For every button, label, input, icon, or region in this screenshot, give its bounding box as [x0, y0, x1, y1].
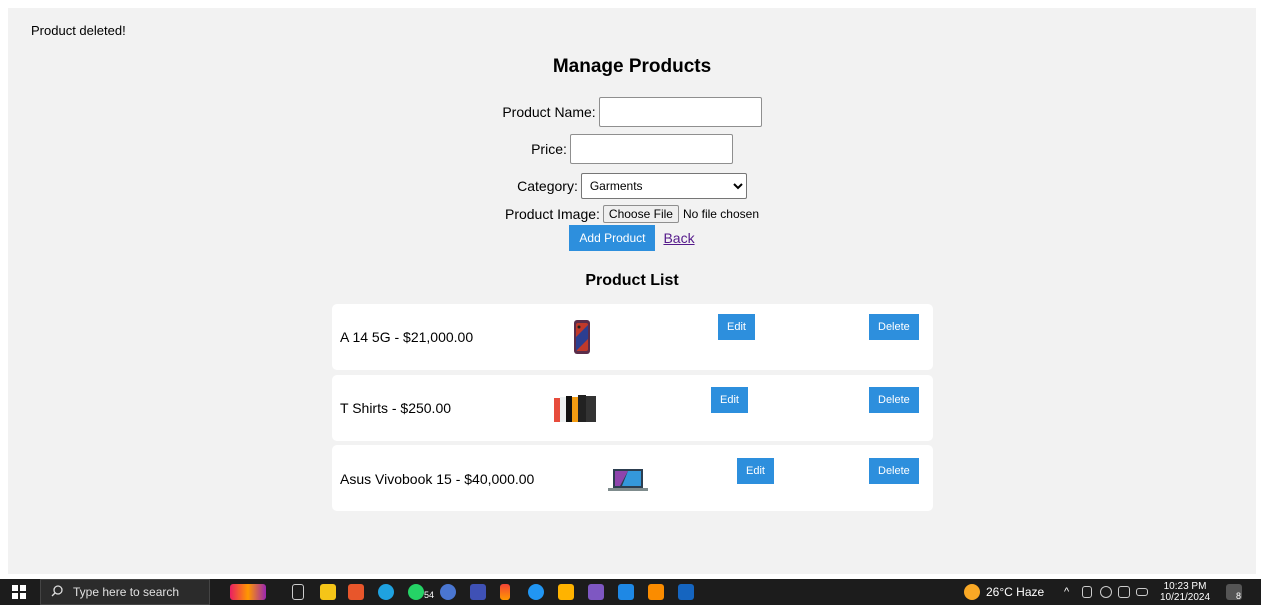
delete-button[interactable]: Delete: [869, 458, 919, 484]
notification-count: 8: [1236, 591, 1242, 601]
price-label: Price:: [531, 141, 567, 157]
chevron-up-icon[interactable]: ^: [1064, 579, 1069, 605]
clock[interactable]: 10:23 PM 10/21/2024: [1160, 579, 1210, 605]
delete-button[interactable]: Delete: [869, 314, 919, 340]
search-placeholder: Type here to search: [73, 585, 180, 599]
edit-button[interactable]: Edit: [737, 458, 774, 484]
product-name-label: Product Name:: [502, 104, 596, 120]
product-card: Asus Vivobook 15 - $40,000.00 Edit Delet…: [332, 445, 933, 511]
visual-studio-icon[interactable]: [588, 584, 604, 600]
add-product-button[interactable]: Add Product: [569, 225, 656, 251]
product-name-input[interactable]: [598, 97, 762, 127]
delete-button[interactable]: Delete: [869, 387, 919, 413]
category-label: Category:: [517, 178, 578, 194]
word-icon[interactable]: [678, 584, 694, 600]
flash-message: Product deleted!: [31, 23, 126, 38]
edit-button[interactable]: Edit: [711, 387, 748, 413]
tshirts-image-icon: [554, 394, 596, 427]
category-select[interactable]: Garments: [580, 173, 747, 199]
taskbar-search-box[interactable]: Type here to search: [40, 579, 210, 605]
file-explorer-icon[interactable]: [320, 584, 336, 600]
weather-text[interactable]: 26°C Haze: [986, 579, 1044, 605]
battery-icon[interactable]: [1136, 588, 1148, 596]
volume-icon[interactable]: [1118, 586, 1130, 598]
media-player-icon[interactable]: [528, 584, 544, 600]
laptop-image-icon: [608, 468, 648, 497]
choose-file-button[interactable]: Choose File: [602, 205, 679, 223]
windows-start-icon[interactable]: [12, 579, 26, 605]
task-view-icon[interactable]: [292, 584, 304, 600]
trophy-app-icon[interactable]: [558, 584, 574, 600]
product-label: A 14 5G - $21,000.00: [340, 329, 474, 345]
whatsapp-icon[interactable]: [408, 584, 424, 600]
wifi-icon[interactable]: [1100, 586, 1112, 598]
vscode-icon[interactable]: [618, 584, 634, 600]
whatsapp-badge: 54: [424, 590, 435, 600]
price-input[interactable]: [569, 134, 733, 164]
price-row: Price:: [8, 134, 1256, 164]
product-card: A 14 5G - $21,000.00 Edit Delete: [332, 304, 933, 370]
actions-row: Add Product Back: [8, 224, 1256, 252]
network-tray-icon[interactable]: [1082, 586, 1092, 598]
edit-button[interactable]: Edit: [718, 314, 755, 340]
search-icon: [51, 584, 63, 600]
page: Product deleted! Manage Products Product…: [8, 8, 1256, 574]
clock-date: 10/21/2024: [1160, 592, 1211, 603]
product-label: Asus Vivobook 15 - $40,000.00: [340, 471, 535, 487]
clock-time: 10:23 PM: [1163, 581, 1207, 592]
shield-app-icon[interactable]: [470, 584, 486, 600]
back-link[interactable]: Back: [663, 230, 694, 246]
product-image-row: Product Image: Choose File No file chose…: [8, 204, 1256, 224]
product-label: T Shirts - $250.00: [340, 400, 452, 416]
widget-art-icon[interactable]: [230, 584, 266, 600]
product-name-row: Product Name:: [8, 97, 1256, 127]
weather-icon: [964, 584, 980, 600]
smartphone-image-icon: [573, 319, 591, 360]
app-store-icon[interactable]: [440, 584, 456, 600]
no-file-text: No file chosen: [682, 207, 759, 221]
category-row: Category: Garments: [8, 171, 1256, 201]
taskbar: Type here to search 54 26°C Haze ^ 10:23…: [0, 579, 1261, 605]
edge-browser-icon[interactable]: [378, 584, 394, 600]
brave-browser-icon[interactable]: [348, 584, 364, 600]
product-card: T Shirts - $250.00 Edit Delete: [332, 375, 933, 441]
xampp-icon[interactable]: [648, 584, 664, 600]
product-list-title: Product List: [585, 272, 679, 289]
page-title: Manage Products: [552, 56, 712, 77]
product-image-label: Product Image:: [504, 206, 600, 222]
figma-icon[interactable]: [500, 584, 510, 600]
